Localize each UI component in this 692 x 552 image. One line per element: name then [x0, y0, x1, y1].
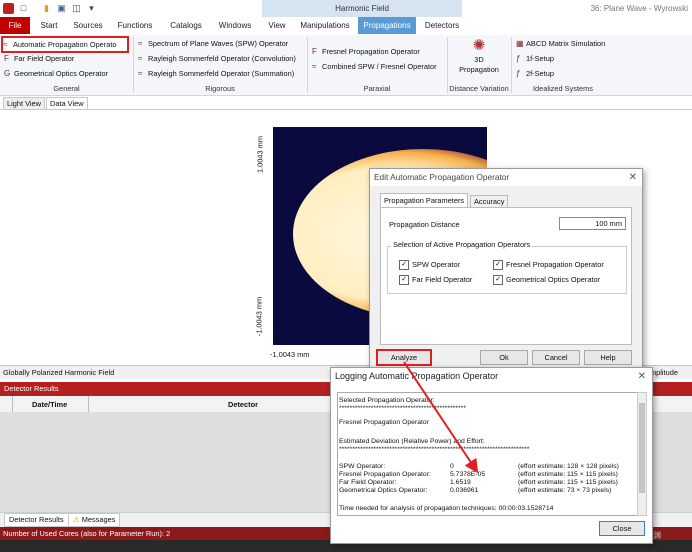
annotation-arrow	[403, 361, 479, 474]
annotation-arrow-line	[403, 361, 479, 474]
